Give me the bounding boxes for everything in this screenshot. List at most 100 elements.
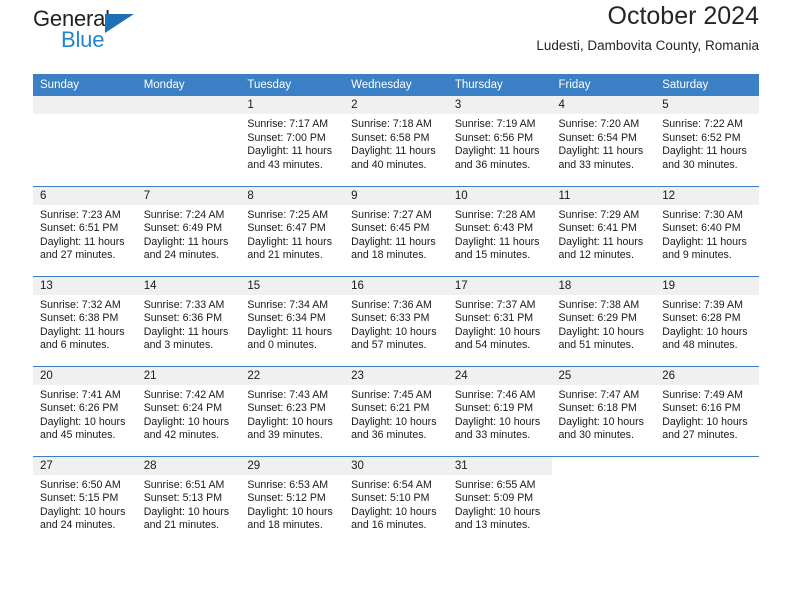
- day-number: [33, 96, 137, 114]
- day-sun-info: Sunrise: 6:55 AM Sunset: 5:09 PM Daylight:…: [448, 475, 552, 533]
- weekday-header-sunday: Sunday: [33, 74, 137, 96]
- calendar-header-row: Sunday Monday Tuesday Wednesday Thursday Frid…: [33, 74, 759, 96]
- calendar-day-cell[interactable]: 31 Sunrise: 6:55 AM Sunset: 5:09 PM Dayligh…: [447, 456, 552, 546]
- general-blue-logo[interactable]: General Blue: [33, 4, 153, 56]
- daylight-text: Daylight: 11 hours and 40 minutes.: [351, 145, 436, 171]
- sunrise-text: Sunrise: 7:19 AM: [454, 118, 536, 130]
- day-number: 27: [33, 456, 137, 475]
- day-sun-info: Sunrise: 7:28 AM Sunset: 6:43 PM Daylight:…: [448, 205, 552, 263]
- daylight-text: Daylight: 10 hours and 48 minutes.: [662, 325, 748, 352]
- day-sun-info: Sunrise: 7:38 AM Sunset: 6:29 PM Daylight:…: [552, 295, 656, 353]
- sunset-text: Sunset: 6:38 PM: [40, 312, 119, 325]
- sunset-text: Sunset: 5:13 PM: [143, 492, 223, 505]
- day-sun-info: Sunrise: 7:23 AM Sunset: 6:51 PM Daylight:…: [33, 205, 137, 263]
- day-sun-info: Sunrise: 7:19 AM Sunset: 6:56 PM Daylight:…: [448, 114, 552, 172]
- calendar-day-cell[interactable]: 7 Sunrise: 7:24 AM Sunset: 6:49 PM Daylight…: [136, 186, 241, 276]
- daylight-text: Daylight: 10 hours and 18 minutes.: [247, 505, 333, 532]
- daylight-text: Daylight: 10 hours and 33 minutes.: [454, 415, 541, 442]
- calendar-day-cell[interactable]: 2 Sunrise: 7:18 AM Sunset: 6:58 PM Daylight…: [344, 96, 448, 185]
- calendar-day-cell[interactable]: 13 Sunrise: 7:32 AM Sunset: 6:38 PM Dayligh…: [33, 276, 137, 366]
- day-sun-info: Sunrise: 7:32 AM Sunset: 6:38 PM Daylight:…: [33, 295, 137, 353]
- daylight-text: Daylight: 11 hours and 12 minutes.: [558, 235, 644, 262]
- sunset-text: Sunset: 6:41 PM: [558, 222, 637, 235]
- calendar-day-cell[interactable]: 6 Sunrise: 7:23 AM Sunset: 6:51 PM Daylight…: [33, 186, 137, 276]
- sunset-text: Sunset: 6:19 PM: [454, 402, 534, 415]
- calendar-day-cell[interactable]: 21 Sunrise: 7:42 AM Sunset: 6:24 PM Dayligh…: [136, 366, 241, 456]
- daylight-text: Daylight: 10 hours and 30 minutes.: [558, 415, 644, 442]
- daylight-text: Daylight: 11 hours and 18 minutes.: [351, 235, 436, 262]
- sunrise-text: Sunrise: 7:20 AM: [558, 118, 640, 130]
- day-number: 17: [447, 276, 552, 295]
- page-title: October 2024: [607, 2, 760, 30]
- day-sun-info: Sunrise: 7:18 AM Sunset: 6:58 PM Daylight:…: [344, 114, 448, 172]
- calendar-day-cell[interactable]: 9 Sunrise: 7:27 AM Sunset: 6:45 PM Daylight…: [344, 186, 448, 276]
- sunrise-text: Sunrise: 7:43 AM: [247, 388, 329, 401]
- daylight-text: Daylight: 11 hours and 3 minutes.: [143, 325, 229, 352]
- calendar-day-cell[interactable]: 24 Sunrise: 7:46 AM Sunset: 6:19 PM Dayligh…: [447, 366, 552, 456]
- daylight-text: Daylight: 11 hours and 9 minutes.: [662, 235, 747, 262]
- calendar-day-cell[interactable]: 1 Sunrise: 7:17 AM Sunset: 7:00 PM Daylight…: [240, 96, 345, 185]
- sunrise-text: Sunrise: 7:38 AM: [558, 298, 640, 311]
- sunrise-text: Sunrise: 7:27 AM: [351, 208, 432, 221]
- calendar-day-cell[interactable]: 29 Sunrise: 6:53 AM Sunset: 5:12 PM Dayligh…: [240, 456, 345, 546]
- calendar-day-cell[interactable]: 23 Sunrise: 7:45 AM Sunset: 6:21 PM Dayligh…: [344, 366, 448, 456]
- day-sun-info: Sunrise: 7:43 AM Sunset: 6:23 PM Daylight:…: [240, 385, 344, 443]
- calendar-day-cell-empty: [33, 96, 137, 185]
- calendar-day-cell[interactable]: 30 Sunrise: 6:54 AM Sunset: 5:10 PM Dayligh…: [344, 456, 448, 546]
- sunrise-text: Sunrise: 7:18 AM: [351, 118, 432, 130]
- calendar-week-row: 6 Sunrise: 7:23 AM Sunset: 6:51 PM Daylight…: [33, 185, 759, 276]
- day-number: 19: [655, 276, 759, 295]
- calendar-day-cell[interactable]: 5 Sunrise: 7:22 AM Sunset: 6:52 PM Daylight…: [655, 96, 759, 185]
- calendar-day-cell[interactable]: 18 Sunrise: 7:38 AM Sunset: 6:29 PM Dayligh…: [551, 276, 656, 366]
- daylight-text: Daylight: 10 hours and 54 minutes.: [454, 325, 541, 352]
- calendar-day-cell[interactable]: 20 Sunrise: 7:41 AM Sunset: 6:26 PM Dayligh…: [33, 366, 137, 456]
- daylight-text: Daylight: 10 hours and 24 minutes.: [40, 505, 126, 532]
- calendar-day-cell[interactable]: 26 Sunrise: 7:49 AM Sunset: 6:16 PM Dayligh…: [655, 366, 759, 456]
- calendar-day-cell[interactable]: 12 Sunrise: 7:30 AM Sunset: 6:40 PM Dayligh…: [655, 186, 759, 276]
- day-sun-info: Sunrise: 7:27 AM Sunset: 6:45 PM Daylight:…: [344, 205, 448, 263]
- calendar-day-cell[interactable]: 8 Sunrise: 7:25 AM Sunset: 6:47 PM Daylight…: [240, 186, 345, 276]
- sunset-text: Sunset: 6:34 PM: [247, 312, 326, 325]
- weekday-header-saturday: Saturday: [655, 74, 759, 96]
- day-sun-info: Sunrise: 7:47 AM Sunset: 6:18 PM Daylight:…: [552, 385, 656, 443]
- day-sun-info: Sunrise: 7:46 AM Sunset: 6:19 PM Daylight:…: [448, 385, 552, 443]
- calendar-day-cell[interactable]: 3 Sunrise: 7:19 AM Sunset: 6:56 PM Daylight…: [447, 96, 552, 185]
- title-block: October 2024 Ludesti, Dambovita County, …: [536, 0, 759, 53]
- daylight-text: Daylight: 10 hours and 21 minutes.: [143, 505, 230, 532]
- sunset-text: Sunset: 6:28 PM: [662, 312, 741, 325]
- calendar-day-cell[interactable]: 11 Sunrise: 7:29 AM Sunset: 6:41 PM Dayligh…: [551, 186, 656, 276]
- day-sun-info: Sunrise: 7:39 AM Sunset: 6:28 PM Daylight:…: [655, 295, 759, 353]
- day-sun-info: Sunrise: 7:36 AM Sunset: 6:33 PM Daylight:…: [344, 295, 448, 353]
- day-sun-info: Sunrise: 7:24 AM Sunset: 6:49 PM Daylight:…: [137, 205, 241, 263]
- sunrise-text: Sunrise: 7:34 AM: [247, 298, 329, 311]
- weekday-header-friday: Friday: [551, 74, 656, 96]
- sunset-text: Sunset: 6:54 PM: [558, 131, 637, 144]
- calendar-day-cell[interactable]: 4 Sunrise: 7:20 AM Sunset: 6:54 PM Daylight…: [551, 96, 656, 185]
- calendar-day-cell[interactable]: 28 Sunrise: 6:51 AM Sunset: 5:13 PM Dayligh…: [136, 456, 241, 546]
- sunrise-text: Sunrise: 7:30 AM: [662, 208, 743, 221]
- day-number: 23: [344, 366, 448, 385]
- calendar-day-cell[interactable]: 22 Sunrise: 7:43 AM Sunset: 6:23 PM Dayligh…: [240, 366, 345, 456]
- calendar-day-cell[interactable]: 10 Sunrise: 7:28 AM Sunset: 6:43 PM Dayligh…: [447, 186, 552, 276]
- day-number: [136, 96, 241, 114]
- sunrise-text: Sunrise: 7:46 AM: [454, 388, 536, 401]
- sunrise-text: Sunrise: 7:47 AM: [558, 388, 640, 401]
- day-sun-info: Sunrise: 7:41 AM Sunset: 6:26 PM Daylight:…: [33, 385, 137, 443]
- calendar-day-cell[interactable]: 15 Sunrise: 7:34 AM Sunset: 6:34 PM Dayligh…: [240, 276, 345, 366]
- daylight-text: Daylight: 10 hours and 42 minutes.: [143, 415, 230, 442]
- page-subtitle: Ludesti, Dambovita County, Romania: [536, 37, 759, 53]
- calendar-day-cell[interactable]: 19 Sunrise: 7:39 AM Sunset: 6:28 PM Dayligh…: [655, 276, 759, 366]
- daylight-text: Daylight: 11 hours and 24 minutes.: [143, 235, 229, 262]
- daylight-text: Daylight: 11 hours and 6 minutes.: [40, 325, 125, 352]
- sunrise-text: Sunrise: 7:41 AM: [40, 388, 121, 401]
- day-number: 16: [344, 276, 448, 295]
- calendar-day-cell[interactable]: 27 Sunrise: 6:50 AM Sunset: 5:15 PM Dayligh…: [33, 456, 137, 546]
- calendar-day-cell[interactable]: 16 Sunrise: 7:36 AM Sunset: 6:33 PM Dayligh…: [344, 276, 448, 366]
- day-number: 25: [551, 366, 656, 385]
- calendar-day-cell[interactable]: 14 Sunrise: 7:33 AM Sunset: 6:36 PM Dayligh…: [136, 276, 241, 366]
- calendar-day-cell[interactable]: 25 Sunrise: 7:47 AM Sunset: 6:18 PM Dayligh…: [551, 366, 656, 456]
- sunset-text: Sunset: 6:45 PM: [351, 222, 430, 235]
- sunrise-text: Sunrise: 7:33 AM: [143, 298, 225, 311]
- day-sun-info: Sunrise: 7:42 AM Sunset: 6:24 PM Daylight:…: [137, 385, 241, 443]
- calendar-day-cell[interactable]: 17 Sunrise: 7:37 AM Sunset: 6:31 PM Dayligh…: [447, 276, 552, 366]
